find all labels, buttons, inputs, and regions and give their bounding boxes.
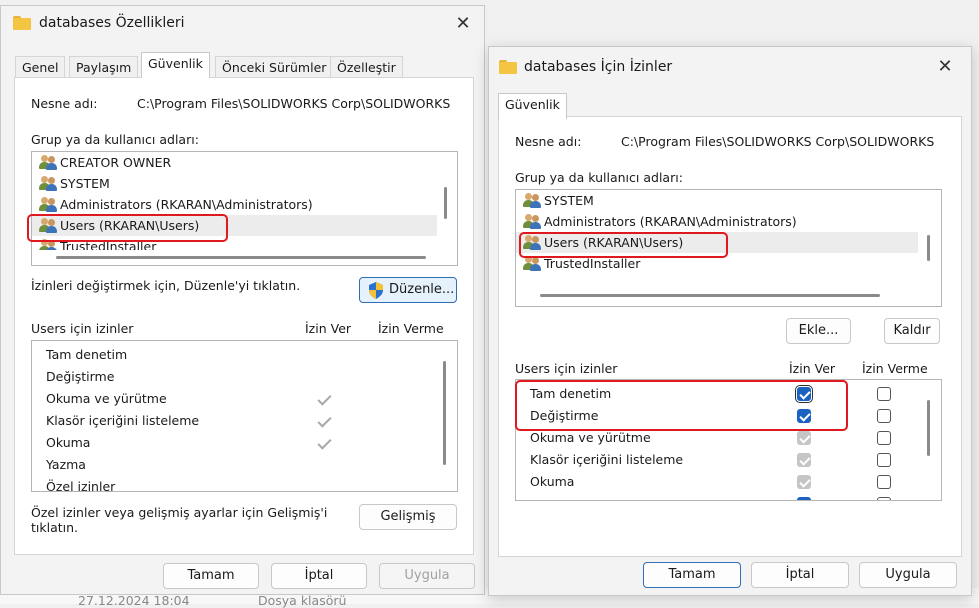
cancel-button[interactable]: İptal <box>751 562 849 588</box>
deny-read-checkbox[interactable] <box>877 475 891 489</box>
advanced-hint: Özel izinler veya gelişmiş ayarlar için … <box>31 505 328 535</box>
permissions-window: databases İçin İzinler ✕ Güvenlik Nesne … <box>488 46 972 596</box>
user-list[interactable]: CREATOR OWNER SYSTEM Administrators (RKA… <box>31 151 458 266</box>
permissions-header: Users için izinler <box>31 321 134 336</box>
permission-full-control: Tam denetim <box>46 347 128 362</box>
ok-button[interactable]: Tamam <box>163 563 259 589</box>
permission-read: Okuma <box>46 435 91 450</box>
security-panel: Nesne adı: C:\Program Files\SOLIDWORKS C… <box>498 116 962 557</box>
permission-list-folder: Klasör içeriğini listeleme <box>530 452 684 467</box>
highlight-box <box>515 380 848 431</box>
list-item[interactable]: Administrators (RKARAN\Administrators) <box>32 194 437 215</box>
list-item[interactable]: Administrators (RKARAN\Administrators) <box>516 211 918 232</box>
permission-read-execute: Okuma ve yürütme <box>46 391 167 406</box>
background-date: 27.12.2024 18:04 <box>78 593 190 608</box>
folder-icon <box>13 16 31 30</box>
deny-modify-checkbox[interactable] <box>877 409 891 423</box>
apply-button[interactable]: Uygula <box>379 563 475 589</box>
list-item[interactable]: SYSTEM <box>32 173 437 194</box>
users-icon <box>523 214 541 229</box>
deny-header: İzin Verme <box>862 361 928 376</box>
background-type: Dosya klasörü <box>258 593 347 608</box>
shield-icon <box>369 282 383 299</box>
object-name-value: C:\Program Files\SOLIDWORKS Corp\SOLIDWO… <box>137 96 451 111</box>
tab-customize[interactable]: Özelleştir <box>330 56 403 78</box>
vertical-scrollbar[interactable] <box>444 187 447 219</box>
allow-read-execute-checkbox[interactable] <box>797 431 811 445</box>
remove-button[interactable]: Kaldır <box>884 318 940 344</box>
permission-write: Yazma <box>46 457 86 472</box>
group-label: Grup ya da kullanıcı adları: <box>31 132 199 147</box>
vertical-scrollbar[interactable] <box>927 400 930 456</box>
permission-special: Özel izinler <box>46 479 116 492</box>
list-item[interactable]: SYSTEM <box>516 190 918 211</box>
horizontal-scrollbar[interactable] <box>56 256 426 259</box>
deny-write-checkbox[interactable] <box>877 497 891 500</box>
apply-button[interactable]: Uygula <box>859 562 957 588</box>
allow-header: İzin Ver <box>789 361 836 376</box>
vertical-scrollbar[interactable] <box>927 235 930 261</box>
highlight-box <box>519 232 728 258</box>
allow-list-folder-checkbox[interactable] <box>797 453 811 467</box>
check-icon <box>316 436 332 452</box>
permission-list-folder: Klasör içeriğini listeleme <box>46 413 200 428</box>
users-icon <box>39 155 57 170</box>
vertical-scrollbar[interactable] <box>443 361 446 465</box>
cancel-button[interactable]: İptal <box>271 563 367 589</box>
properties-window: databases Özellikleri ✕ Genel Paylaşım G… <box>0 5 485 595</box>
permission-read: Okuma <box>530 474 575 489</box>
tab-security[interactable]: Güvenlik <box>498 93 567 119</box>
edit-button[interactable]: Düzenle... <box>359 277 457 303</box>
window-title: databases İçin İzinler <box>524 59 673 75</box>
users-icon <box>39 197 57 212</box>
users-icon <box>39 176 57 191</box>
permissions-header: Users için izinler <box>515 361 618 376</box>
list-item[interactable]: CREATOR OWNER <box>32 152 437 173</box>
security-panel: Nesne adı: C:\Program Files\SOLIDWORKS C… <box>14 77 474 555</box>
ok-button[interactable]: Tamam <box>643 562 741 588</box>
folder-icon <box>499 60 517 74</box>
allow-read-checkbox[interactable] <box>797 475 811 489</box>
object-name-label: Nesne adı: <box>515 134 582 149</box>
tab-sharing[interactable]: Paylaşım <box>69 56 139 78</box>
permissions-list: Tam denetim Değiştirme Okuma ve yürütme … <box>31 340 458 492</box>
tab-general[interactable]: Genel <box>15 56 66 78</box>
users-icon <box>523 193 541 208</box>
add-button[interactable]: Ekle... <box>786 318 851 344</box>
check-icon <box>316 414 332 430</box>
deny-header: İzin Verme <box>378 321 444 336</box>
object-name-value: C:\Program Files\SOLIDWORKS Corp\SOLIDWO… <box>621 134 935 149</box>
object-name-label: Nesne adı: <box>31 96 98 111</box>
highlight-box <box>27 214 228 242</box>
edit-hint: İzinleri değiştirmek için, Düzenle'yi tı… <box>31 278 301 293</box>
allow-write-checkbox[interactable] <box>797 497 811 500</box>
tab-security[interactable]: Güvenlik <box>141 52 210 78</box>
close-icon[interactable]: ✕ <box>936 58 954 76</box>
deny-read-execute-checkbox[interactable] <box>877 431 891 445</box>
deny-list-folder-checkbox[interactable] <box>877 453 891 467</box>
window-title: databases Özellikleri <box>39 15 185 31</box>
tab-previous-versions[interactable]: Önceki Sürümler <box>215 56 334 78</box>
allow-header: İzin Ver <box>305 321 352 336</box>
users-icon <box>523 256 541 271</box>
permission-modify: Değiştirme <box>46 369 115 384</box>
horizontal-scrollbar[interactable] <box>540 294 880 297</box>
permission-read-execute: Okuma ve yürütme <box>530 430 651 445</box>
group-label: Grup ya da kullanıcı adları: <box>515 170 683 185</box>
check-icon <box>316 392 332 408</box>
deny-full-control-checkbox[interactable] <box>877 387 891 401</box>
advanced-button[interactable]: Gelişmiş <box>359 504 457 530</box>
close-icon[interactable]: ✕ <box>454 15 472 33</box>
